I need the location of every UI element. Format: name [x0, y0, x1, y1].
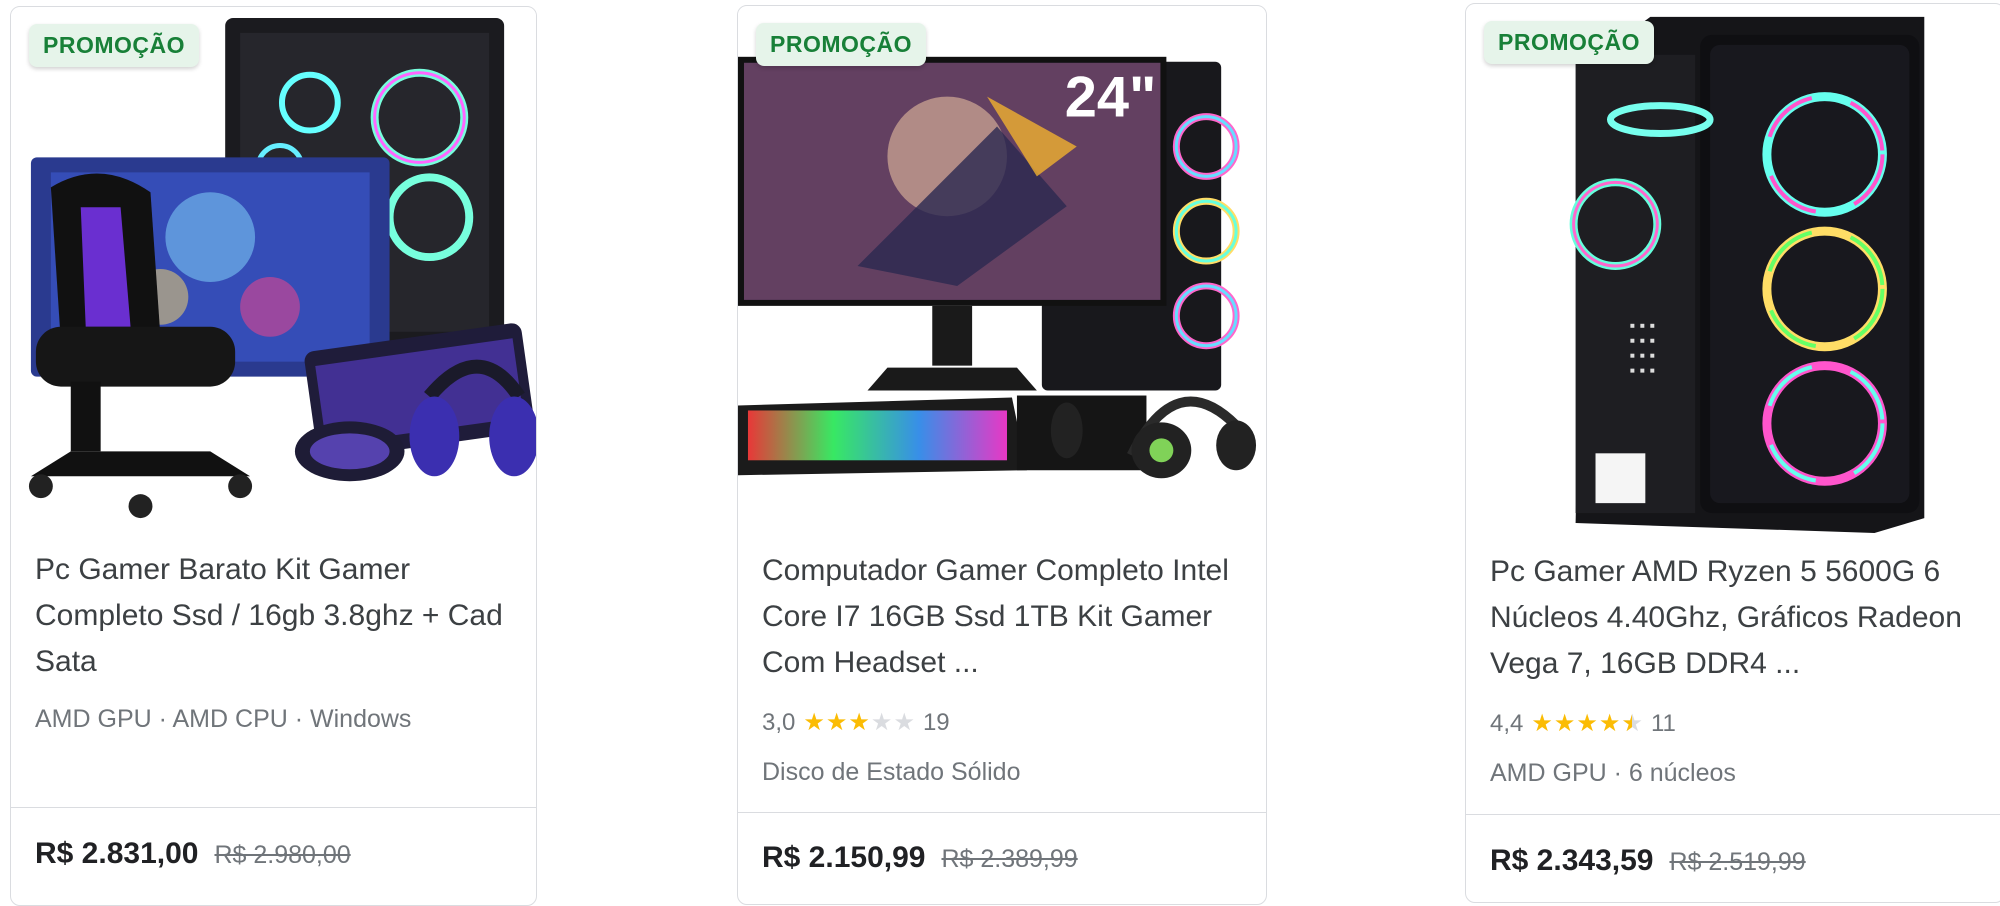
monitor-size-label: 24" [1065, 66, 1157, 130]
product-image[interactable]: 24" [738, 6, 1266, 536]
product-image[interactable] [11, 7, 536, 537]
rating-value: 4,4 [1490, 710, 1524, 737]
star-icon: ★ [1576, 710, 1598, 737]
gamer-kit-chair-image [11, 8, 536, 536]
product-image[interactable] [1466, 4, 2000, 534]
product-card-3[interactable]: PROMOÇÃO Pc Gamer AMD Ryzen 5 5600G 6 Nú… [1465, 3, 2000, 903]
promo-badge: PROMOÇÃO [756, 23, 926, 66]
star-icon: ★ [803, 709, 825, 736]
current-price: R$ 2.343,59 [1490, 844, 1654, 877]
divider [738, 812, 1266, 813]
price-row: R$ 2.831,00 R$ 2.980,00 [35, 837, 351, 871]
star-icon: ★ [825, 709, 848, 736]
promo-badge: PROMOÇÃO [1484, 21, 1654, 64]
product-card-2[interactable]: 24" PROMOÇÃO Computador Gamer Completo I… [737, 5, 1267, 905]
star-rating: ★ ★ ★ ★ ★ [803, 711, 915, 735]
star-icon: ★ [848, 709, 870, 736]
current-price: R$ 2.150,99 [762, 841, 926, 874]
product-specs: Disco de Estado Sólido [762, 758, 1021, 786]
promo-badge: PROMOÇÃO [29, 24, 199, 67]
product-title[interactable]: Computador Gamer Completo Intel Core I7 … [762, 548, 1246, 686]
product-card-1[interactable]: PROMOÇÃO Pc Gamer Barato Kit Gamer Compl… [10, 6, 537, 906]
original-price: R$ 2.980,00 [214, 841, 351, 869]
product-title[interactable]: Pc Gamer Barato Kit Gamer Completo Ssd /… [35, 547, 516, 685]
product-title[interactable]: Pc Gamer AMD Ryzen 5 5600G 6 Núcleos 4.4… [1490, 549, 1984, 687]
star-icon: ★ [1553, 710, 1576, 737]
rating-value: 3,0 [762, 709, 796, 736]
rating-row: 4,4 ★★★★★ 11 [1490, 710, 1676, 738]
product-specs: AMD GPU · 6 núcleos [1490, 759, 1736, 787]
original-price: R$ 2.519,99 [1669, 848, 1806, 876]
divider [11, 807, 536, 808]
product-specs: AMD GPU · AMD CPU · Windows [35, 705, 412, 733]
review-count: 11 [1650, 710, 1676, 737]
original-price: R$ 2.389,99 [941, 845, 1078, 873]
star-icon: ★ [1598, 710, 1621, 737]
star-icon: ★ [893, 709, 915, 736]
star-icon: ★ [870, 709, 893, 736]
rating-row: 3,0 ★ ★ ★ ★ ★ 19 [762, 709, 950, 737]
current-price: R$ 2.831,00 [35, 837, 199, 870]
review-count: 19 [922, 709, 950, 736]
price-row: R$ 2.150,99 R$ 2.389,99 [762, 841, 1078, 875]
star-icon: ★ [1531, 710, 1553, 737]
price-row: R$ 2.343,59 R$ 2.519,99 [1490, 844, 1806, 878]
monitor-pc-kit-image: 24" [738, 7, 1266, 535]
star-icon: ★ [1621, 712, 1643, 737]
divider [1466, 814, 2000, 815]
star-rating: ★ ★ ★ ★ ★ [1531, 710, 1643, 737]
pc-case-rgb-image [1466, 4, 2000, 534]
